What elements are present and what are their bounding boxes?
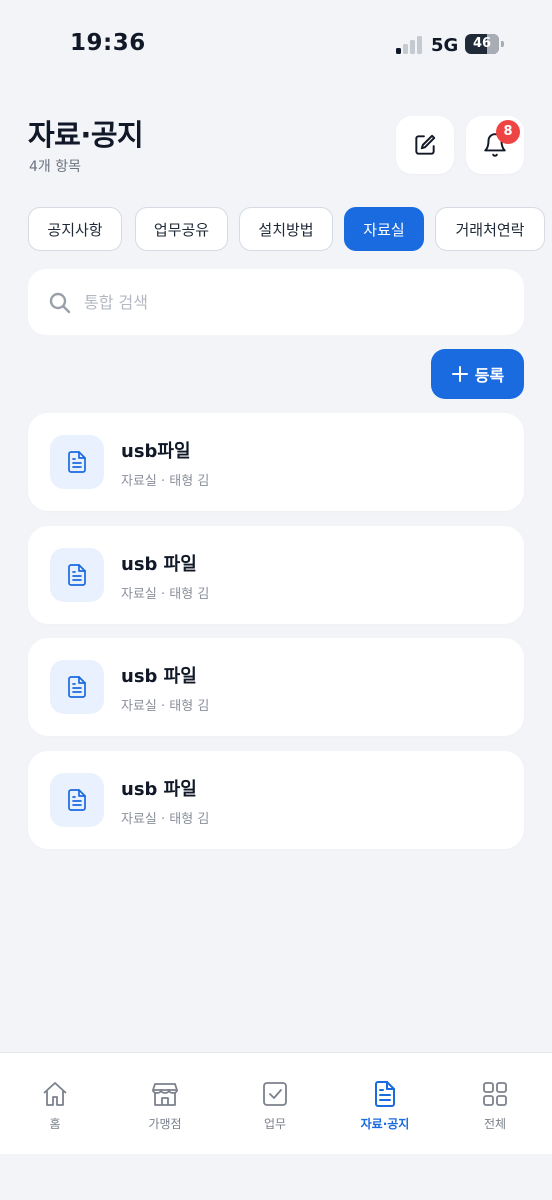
notification-button[interactable]: 8	[466, 116, 524, 174]
file-icon-tile	[50, 660, 104, 714]
page-title: 자료·공지	[28, 118, 144, 152]
nav-tasks-label: 업무	[263, 1117, 287, 1131]
nav-stores-label: 가맹점	[148, 1117, 182, 1131]
nav-home-label: 홈	[49, 1117, 61, 1131]
notification-badge: 8	[496, 120, 520, 144]
signal-icon	[396, 36, 422, 54]
tab-resources[interactable]: 자료실	[344, 207, 424, 251]
grid-icon	[483, 1082, 507, 1106]
file-icon-tile	[50, 773, 104, 827]
battery-icon: 46	[465, 34, 505, 54]
register-label: 등록	[474, 366, 505, 385]
tab-notice[interactable]: 공지사항	[28, 207, 122, 251]
item-title: usb 파일	[121, 779, 197, 800]
checkbox-icon	[263, 1082, 287, 1106]
home-icon	[43, 1082, 67, 1106]
register-button[interactable]: 등록	[431, 349, 524, 399]
nav-tasks[interactable]: 업무	[220, 1053, 330, 1155]
list-item[interactable]: usb 파일 자료실 · 태형 김	[28, 751, 524, 849]
item-meta: 자료실 · 태형 김	[121, 812, 210, 827]
edit-button[interactable]	[396, 116, 454, 174]
file-icon-tile	[50, 548, 104, 602]
document-icon	[68, 564, 86, 586]
tab-vendor-contacts[interactable]: 거래처연락	[435, 207, 545, 251]
item-meta: 자료실 · 태형 김	[121, 699, 210, 714]
file-icon-tile	[50, 435, 104, 489]
item-meta: 자료실 · 태형 김	[121, 587, 210, 602]
list-item[interactable]: usb 파일 자료실 · 태형 김	[28, 526, 524, 624]
category-tabs: 공지사항 업무공유 설치방법 자료실 거래처연락	[28, 207, 552, 253]
plus-icon	[451, 366, 468, 382]
nav-all-label: 전체	[483, 1117, 507, 1131]
search-bar[interactable]	[28, 269, 524, 335]
item-title: usb 파일	[121, 554, 197, 575]
status-time: 19:36	[70, 30, 146, 56]
nav-stores[interactable]: 가맹점	[110, 1053, 220, 1155]
bottom-nav: 홈 가맹점 업무 자료·공지 전체	[0, 1052, 552, 1154]
network-label: 5G	[431, 35, 459, 56]
list-item[interactable]: usb 파일 자료실 · 태형 김	[28, 638, 524, 736]
tab-work-share[interactable]: 업무공유	[135, 207, 228, 251]
edit-icon	[415, 134, 436, 155]
status-bar: 19:36 5G 46	[0, 0, 552, 90]
item-title: usb 파일	[121, 666, 197, 687]
nav-resources[interactable]: 자료·공지	[330, 1053, 440, 1155]
document-icon	[68, 676, 86, 698]
nav-all[interactable]: 전체	[440, 1053, 550, 1155]
document-icon	[68, 451, 86, 473]
item-count: 4개 항목	[29, 159, 81, 175]
battery-level: 46	[472, 36, 492, 51]
list-item[interactable]: usb파일 자료실 · 태형 김	[28, 413, 524, 511]
search-input[interactable]	[84, 281, 504, 323]
nav-resources-label: 자료·공지	[360, 1117, 410, 1131]
document-icon	[375, 1081, 395, 1107]
item-title: usb파일	[121, 441, 191, 462]
search-icon	[49, 292, 71, 314]
store-icon	[152, 1083, 178, 1106]
nav-home[interactable]: 홈	[0, 1053, 110, 1155]
tab-install-guide[interactable]: 설치방법	[239, 207, 333, 251]
document-icon	[68, 789, 86, 811]
item-meta: 자료실 · 태형 김	[121, 474, 210, 489]
